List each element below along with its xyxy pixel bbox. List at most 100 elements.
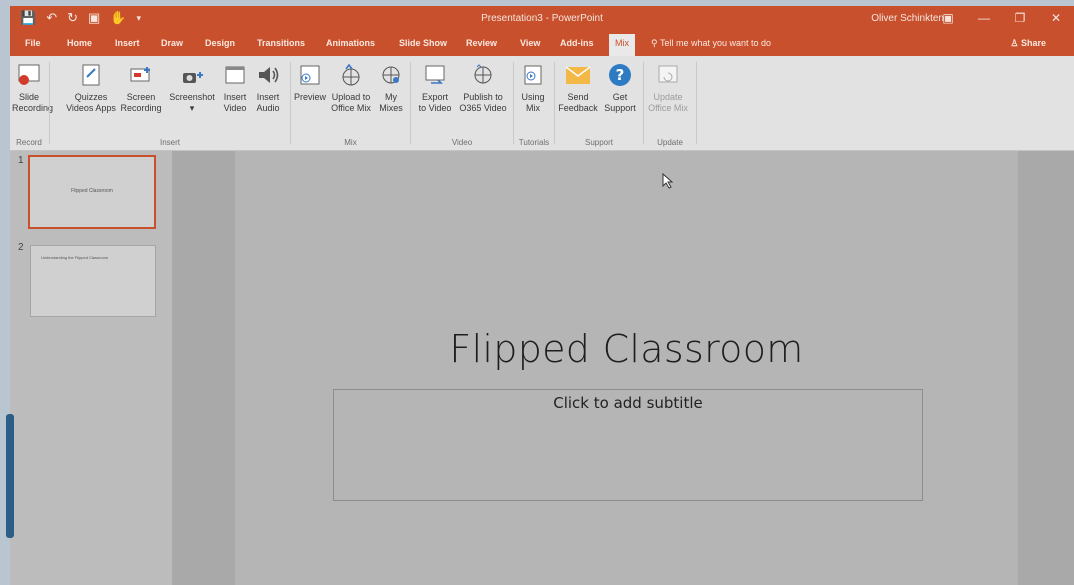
button-label: Feedback (558, 103, 598, 113)
export-video-icon (422, 62, 448, 88)
share-button[interactable]: ♙ Share (1010, 38, 1046, 49)
slide-thumbnail-1[interactable]: Flipped Classroom (28, 155, 156, 229)
button-label: Export (421, 92, 448, 102)
group-label-mix: Mix (344, 138, 357, 147)
tab-insert[interactable]: Insert (115, 38, 140, 48)
envelope-icon (565, 62, 591, 88)
svg-text:?: ? (616, 66, 625, 84)
update-office-mix-button[interactable]: Update Office Mix (646, 62, 690, 114)
title-bar: 💾 ↶ ↻ ▣ ✋ ▾ Presentation3 - PowerPoint O… (10, 6, 1074, 32)
thumbnail-title: Flipped Classroom (71, 188, 113, 194)
tab-draw[interactable]: Draw (161, 38, 183, 48)
button-label: Screenshot (169, 92, 215, 102)
button-label: Insert (256, 92, 280, 102)
button-label: Recording (12, 103, 54, 113)
ribbon-display-options-icon[interactable]: ▣ (930, 6, 966, 32)
upload-to-office-mix-button[interactable]: Upload to Office Mix (328, 62, 374, 114)
update-icon (655, 62, 681, 88)
button-label: Mix (526, 103, 540, 113)
button-label: Using (521, 92, 545, 102)
tab-mix[interactable]: Mix (609, 34, 635, 56)
button-label: Recording (120, 103, 162, 113)
button-label: Quizzes (74, 92, 108, 102)
button-label: Insert (223, 92, 247, 102)
tab-add-ins[interactable]: Add-ins (560, 38, 594, 48)
tell-me-search[interactable]: ⚲ Tell me what you want to do (651, 38, 771, 49)
tab-view[interactable]: View (520, 38, 540, 48)
insert-video-icon (222, 62, 248, 88)
lightbulb-icon: ⚲ (651, 38, 660, 48)
export-to-video-button[interactable]: Export to Video (415, 62, 455, 114)
group-label-record: Record (16, 138, 42, 147)
speaker-icon (255, 62, 281, 88)
using-mix-icon (520, 62, 546, 88)
button-label: Support (604, 103, 636, 113)
slide-title[interactable]: Flipped Classroom (235, 327, 1018, 371)
tab-home[interactable]: Home (67, 38, 92, 48)
tab-design[interactable]: Design (205, 38, 235, 48)
button-label: Send (567, 92, 589, 102)
minimize-icon[interactable]: — (966, 6, 1002, 32)
button-label: Slide (18, 92, 39, 102)
preview-icon (297, 62, 323, 88)
slide-editing-area: Flipped Classroom Click to add subtitle (173, 151, 1074, 585)
button-label: ▾ (189, 103, 195, 113)
button-label: Office Mix (648, 103, 688, 113)
screen-recording-button[interactable]: Screen Recording (118, 62, 164, 114)
subtitle-placeholder[interactable]: Click to add subtitle (333, 389, 923, 501)
button-label: Upload to (331, 92, 371, 102)
tab-review[interactable]: Review (466, 38, 497, 48)
group-label-video: Video (451, 138, 473, 147)
slide-thumbnail-pane: 1 Flipped Classroom 2 Understanding the … (10, 151, 173, 585)
button-label: My (385, 92, 397, 102)
upload-globe-icon (338, 62, 364, 88)
using-mix-button[interactable]: Using Mix (516, 62, 550, 114)
slide-canvas[interactable]: Flipped Classroom Click to add subtitle (235, 151, 1018, 585)
group-label-insert: Insert (159, 138, 180, 147)
button-label: Audio (256, 103, 280, 113)
tell-me-label: Tell me what you want to do (659, 38, 771, 48)
button-label: Screen (126, 92, 156, 102)
tab-animations[interactable]: Animations (326, 38, 375, 48)
button-label: Video (223, 103, 247, 113)
side-handle (6, 414, 14, 538)
slide-recording-button[interactable]: Slide Recording (12, 62, 54, 114)
screen-recording-icon (128, 62, 154, 88)
button-label: Videos Apps (66, 103, 116, 113)
ribbon-tabs: File Home Insert Draw Design Transitions… (10, 32, 1074, 56)
publish-globe-icon (470, 62, 496, 88)
send-feedback-button[interactable]: Send Feedback (556, 62, 600, 114)
thumbnail-title: Understanding the Flipped Classroom (41, 255, 109, 260)
camera-icon (179, 62, 205, 88)
close-icon[interactable]: ✕ (1038, 6, 1074, 32)
tab-file[interactable]: File (25, 38, 41, 48)
my-mixes-button[interactable]: My Mixes (376, 62, 406, 114)
insert-video-button[interactable]: Insert Video (220, 62, 250, 114)
button-label: Update (653, 92, 683, 102)
ribbon-mix: Slide Recording Quizzes Videos Apps Screen… (10, 56, 1074, 151)
button-label: Preview (293, 92, 326, 102)
slide-number: 2 (18, 242, 24, 253)
person-icon: ♙ (1010, 38, 1021, 48)
slide-number: 1 (18, 155, 24, 166)
button-label: O365 Video (459, 103, 507, 113)
powerpoint-window: 💾 ↶ ↻ ▣ ✋ ▾ Presentation3 - PowerPoint O… (10, 6, 1074, 585)
insert-audio-button[interactable]: Insert Audio (252, 62, 284, 114)
screenshot-button[interactable]: Screenshot ▾ (168, 62, 216, 114)
tab-slide-show[interactable]: Slide Show (399, 38, 447, 48)
get-support-button[interactable]: ? Get Support (600, 62, 640, 114)
tab-transitions[interactable]: Transitions (257, 38, 305, 48)
publish-to-o365-video-button[interactable]: Publish to O365 Video (456, 62, 510, 114)
quizzes-videos-apps-button[interactable]: Quizzes Videos Apps (64, 62, 118, 114)
slide-thumbnail-2[interactable]: Understanding the Flipped Classroom (30, 245, 156, 317)
my-mixes-icon (378, 62, 404, 88)
slide-recording-icon (16, 62, 42, 88)
share-label: Share (1020, 38, 1046, 48)
subtitle-placeholder-text: Click to add subtitle (553, 394, 703, 412)
quizzes-icon (78, 62, 104, 88)
button-label: to Video (418, 103, 452, 113)
group-label-update: Update (657, 138, 683, 147)
group-label-tutorials: Tutorials (518, 138, 550, 147)
restore-icon[interactable]: ❐ (1002, 6, 1038, 32)
preview-button[interactable]: Preview (293, 62, 327, 103)
